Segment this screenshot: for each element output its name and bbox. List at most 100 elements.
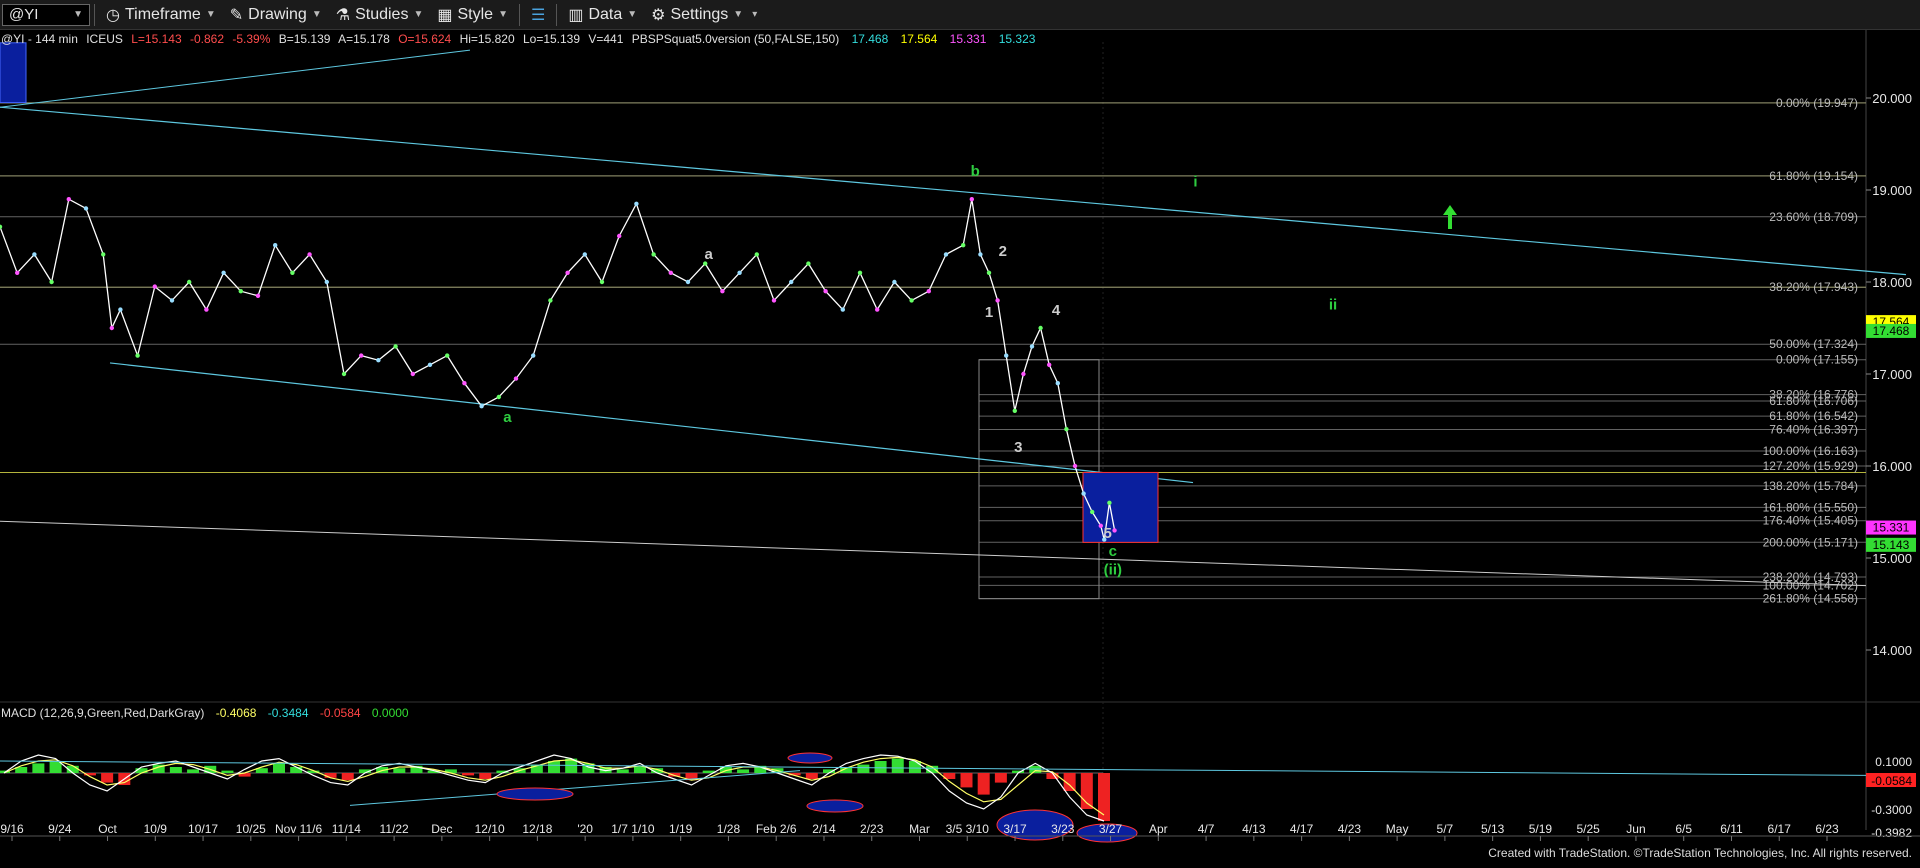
time-tick-label: May: [1386, 822, 1409, 836]
fib-label: 0.00% (17.155): [1776, 353, 1858, 367]
price-point: [135, 353, 140, 358]
symbol-selector[interactable]: @YI ▼: [2, 3, 90, 26]
bar-chart-icon: ▥: [568, 6, 584, 24]
drawing-menu[interactable]: ✎ Drawing ▼: [223, 2, 329, 28]
style-menu[interactable]: ▦ Style ▼: [430, 2, 515, 28]
price-point: [978, 252, 983, 257]
layout-button[interactable]: ☰: [524, 2, 552, 28]
price-point: [118, 307, 123, 312]
price-point: [32, 252, 37, 257]
price-point: [1029, 344, 1035, 349]
header-symbol: @YI - 144 min: [1, 32, 78, 46]
flask-icon: ⚗: [335, 6, 351, 24]
price-point: [943, 252, 949, 257]
macd-histogram-bar: [874, 761, 887, 773]
time-tick-label: Oct: [98, 822, 117, 836]
macd-histogram-bar: [908, 761, 921, 773]
price-point: [806, 261, 811, 266]
time-tick-label: 6/11: [1720, 822, 1743, 836]
macd-histogram-bar: [960, 773, 973, 788]
price-chart-svg: 0.00% (19.947) 61.80% (19.154) 23.60% (18.…: [0, 30, 1920, 863]
chevron-down-icon: ▼: [311, 9, 322, 20]
ind-value-1: 17.468: [852, 32, 889, 46]
price-point: [238, 289, 243, 294]
studies-menu[interactable]: ⚗ Studies ▼: [329, 2, 431, 28]
time-tick-label: 10/25: [236, 822, 266, 836]
clock-icon: ◷: [106, 6, 120, 24]
price-point: [324, 279, 329, 285]
time-tick-label: 5/25: [1577, 822, 1601, 836]
time-tick-label: Feb 2/6: [756, 822, 797, 836]
time-tick-label: 4/13: [1242, 822, 1266, 836]
time-tick-label: 4/17: [1290, 822, 1314, 836]
header-high: Hi=15.820: [460, 32, 515, 46]
macd-histogram-bar: [977, 773, 990, 795]
macd-value-3: -0.0584: [320, 706, 361, 720]
fib-label: 61.80% (16.542): [1769, 409, 1858, 423]
time-tick-label: 2/14: [812, 822, 836, 836]
wave-label: b: [971, 163, 980, 180]
fib-label: 100.00% (16.163): [1763, 444, 1858, 458]
price-point: [462, 381, 467, 386]
price-tag-label: 15.143: [1873, 538, 1910, 552]
wave-label: 4: [1052, 302, 1061, 319]
price-point: [83, 206, 89, 211]
macd-value-2: -0.3484: [268, 706, 309, 720]
drawing-label: Drawing: [248, 5, 307, 23]
price-tick-label: 17.000: [1872, 367, 1912, 382]
price-point: [789, 279, 794, 285]
price-point: [221, 270, 226, 275]
ind-value-4: 15.323: [999, 32, 1036, 46]
price-tick-label: 19.000: [1872, 183, 1912, 198]
overflow-icon[interactable]: ▾: [752, 9, 757, 20]
price-point: [1004, 353, 1009, 358]
macd-histogram-bar: [994, 773, 1007, 783]
price-point: [1098, 523, 1104, 528]
time-tick-label: 4/23: [1338, 822, 1362, 836]
timeframe-menu[interactable]: ◷ Timeframe ▼: [99, 2, 223, 28]
ind-value-2: 17.564: [901, 32, 938, 46]
price-point: [1090, 509, 1095, 515]
header-ask: A=15.178: [338, 32, 390, 46]
macd-histogram-bar: [101, 773, 114, 783]
price-point: [961, 243, 966, 248]
time-tick-label: 12/18: [522, 822, 552, 836]
fib-label: 61.80% (19.154): [1769, 169, 1858, 183]
price-point: [685, 279, 691, 285]
price-point: [531, 353, 536, 358]
settings-menu[interactable]: ⚙ Settings ▼: [644, 2, 750, 28]
time-tick-label: 11/14: [332, 822, 361, 836]
fib-label: 200.00% (15.171): [1763, 535, 1858, 549]
fib-label: 100.00% (14.702): [1763, 578, 1858, 592]
time-tick-label: 3/23: [1051, 822, 1075, 836]
price-point: [290, 270, 295, 275]
price-point: [737, 270, 742, 275]
wave-label: a: [704, 246, 713, 263]
gear-icon: ⚙: [651, 6, 666, 24]
chevron-down-icon: ▼: [413, 9, 424, 20]
style-icon: ▦: [437, 6, 453, 24]
macd-axis-label: -0.3982: [1871, 826, 1912, 840]
target-box: [1082, 471, 1159, 543]
header-exchange: ICEUS: [86, 32, 123, 46]
price-point: [1055, 381, 1061, 386]
price-point: [754, 252, 759, 257]
chevron-down-icon: ▼: [498, 9, 508, 20]
macd-histogram-bar: [393, 768, 406, 773]
data-menu[interactable]: ▥ Data ▼: [561, 2, 644, 28]
fib-label: 127.20% (15.929): [1763, 459, 1858, 473]
chevron-down-icon: ▼: [627, 9, 638, 20]
macd-axis-label: -0.3000: [1871, 803, 1912, 817]
price-point: [995, 298, 1000, 303]
price-point: [359, 353, 364, 358]
price-point: [307, 252, 312, 257]
grid-layer: [0, 30, 1920, 863]
macd-label: MACD (12,26,9,Green,Red,DarkGray): [1, 706, 204, 720]
price-point: [1112, 528, 1117, 533]
price-tick-label: 14.000: [1872, 643, 1912, 658]
chart-area[interactable]: 0.00% (19.947) 61.80% (19.154) 23.60% (18.…: [0, 30, 1920, 863]
header-open: O=15.624: [398, 32, 451, 46]
target-box-left: [0, 42, 27, 104]
fib-label: 23.60% (18.709): [1769, 210, 1858, 224]
price-point: [969, 197, 974, 202]
